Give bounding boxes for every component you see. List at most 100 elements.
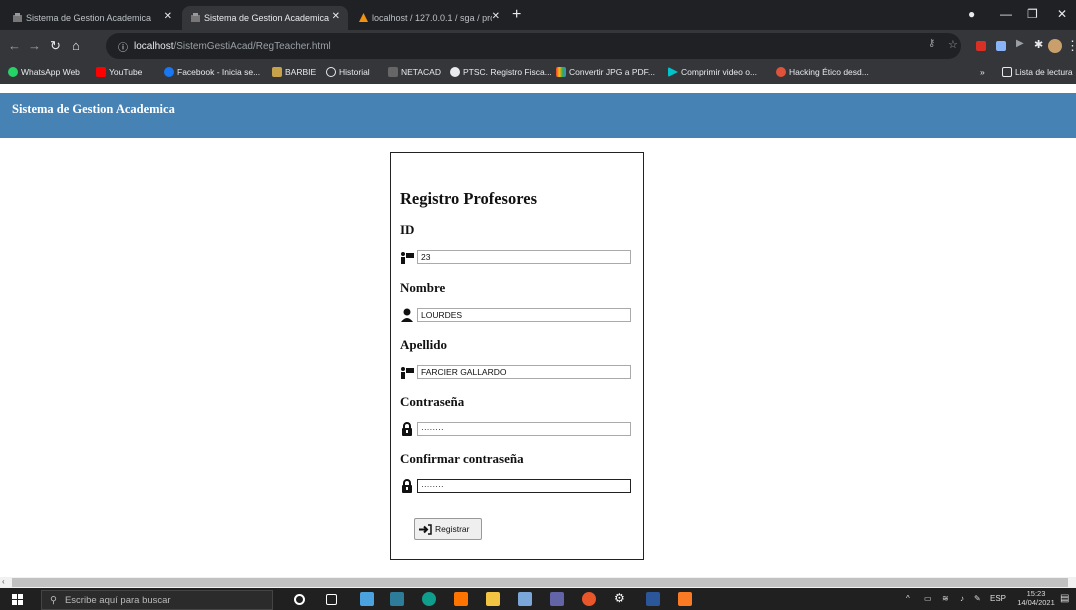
- bookmark-item[interactable]: Hacking Ético desd...: [776, 67, 869, 77]
- reading-list-icon: [1002, 67, 1012, 77]
- bookmark-item[interactable]: Convertir JPG a PDF...: [556, 67, 655, 77]
- bookmark-item[interactable]: BARBIE: [272, 67, 316, 77]
- history-icon: [326, 67, 336, 77]
- reading-list-button[interactable]: Lista de lectura: [1002, 67, 1073, 77]
- extension-icon[interactable]: [996, 41, 1006, 51]
- bookmark-star-icon[interactable]: ☆: [948, 38, 958, 51]
- xampp-icon[interactable]: [678, 592, 692, 606]
- app-title: Sistema de Gestion Academica: [12, 102, 175, 116]
- word-icon[interactable]: [646, 592, 660, 606]
- bookmark-item[interactable]: Historial: [326, 67, 370, 77]
- chrome-icon[interactable]: [582, 592, 596, 606]
- apellido-input[interactable]: FARCIER GALLARDO: [417, 365, 631, 379]
- file-explorer-icon[interactable]: [486, 592, 500, 606]
- scroll-left-icon[interactable]: ‹: [2, 577, 5, 586]
- extension-icon[interactable]: [976, 41, 986, 51]
- whatsapp-icon: [8, 67, 18, 77]
- browser-tab-2[interactable]: Sistema de Gestion Academica ✕: [182, 6, 348, 30]
- bookmark-item[interactable]: WhatsApp Web: [8, 67, 80, 77]
- app-header: Sistema de Gestion Academica: [0, 93, 1076, 138]
- settings-gear-icon[interactable]: ⚙: [614, 591, 628, 605]
- page-favicon-icon: [191, 13, 200, 22]
- confirm-password-input[interactable]: ········: [417, 479, 631, 493]
- browser-tab-1[interactable]: Sistema de Gestion Academica ✕: [4, 6, 180, 30]
- id-badge-icon: [401, 252, 414, 264]
- back-icon[interactable]: ←: [8, 38, 21, 53]
- apellido-label: Apellido: [400, 337, 447, 352]
- close-tab-icon[interactable]: ✕: [332, 11, 340, 22]
- reload-icon[interactable]: ↻: [50, 38, 61, 54]
- close-tab-icon[interactable]: ✕: [164, 11, 172, 22]
- browser-tab-3[interactable]: localhost / 127.0.0.1 / sga / profe ✕: [350, 6, 508, 30]
- battery-icon[interactable]: ▭: [924, 594, 932, 603]
- close-tab-icon[interactable]: ✕: [492, 11, 500, 22]
- cortana-icon[interactable]: [294, 594, 305, 605]
- teacher-registration-form: Registro Profesores ID 23 Nombre LOURDES…: [390, 152, 644, 560]
- notifications-icon[interactable]: ▤: [1060, 593, 1069, 604]
- tab-title: Sistema de Gestion Academica: [204, 13, 330, 23]
- clock[interactable]: 15:23 14/04/2021: [1016, 589, 1056, 607]
- apellido-row: FARCIER GALLARDO: [400, 364, 631, 380]
- taskbar-search[interactable]: ⚲ Escribe aquí para buscar: [41, 590, 273, 610]
- contrasena-label: Contraseña: [400, 394, 465, 409]
- app-icon[interactable]: [518, 592, 532, 606]
- register-button[interactable]: Registrar: [414, 518, 482, 540]
- language-indicator[interactable]: ESP: [990, 594, 1006, 603]
- forward-icon[interactable]: →: [28, 38, 41, 53]
- sign-in-icon: [419, 523, 432, 535]
- url-path: /SistemGestiAcad/RegTeacher.html: [173, 40, 331, 52]
- minimize-icon[interactable]: —: [1000, 7, 1012, 21]
- bookmarks-bar: WhatsApp Web YouTube Facebook - Inicia s…: [0, 62, 1076, 84]
- pen-icon[interactable]: ✎: [974, 594, 981, 603]
- bookmark-item[interactable]: NETACAD: [388, 67, 441, 77]
- extensions-puzzle-icon[interactable]: ✱: [1034, 38, 1043, 51]
- bookmark-item[interactable]: Facebook - Inicia se...: [164, 67, 260, 77]
- scrollbar-thumb[interactable]: [12, 578, 1068, 587]
- volume-icon[interactable]: ♪: [960, 594, 964, 603]
- avatar[interactable]: [1048, 39, 1062, 53]
- bookmarks-overflow-button[interactable]: »: [980, 67, 985, 77]
- lock-icon: [402, 479, 412, 493]
- password-key-icon[interactable]: ⚷: [928, 38, 935, 49]
- pdf-convert-icon: [556, 67, 566, 77]
- task-view-icon[interactable]: [326, 594, 337, 605]
- bookmark-item[interactable]: Comprimir video o...: [668, 67, 757, 77]
- url-input[interactable]: ⓘ localhost/SistemGestiAcad/RegTeacher.h…: [106, 33, 961, 59]
- teams-icon[interactable]: [550, 592, 564, 606]
- lock-icon: [402, 422, 412, 436]
- close-window-icon[interactable]: ✕: [1057, 7, 1067, 21]
- nombre-input[interactable]: LOURDES: [417, 308, 631, 322]
- tray-chevron-icon[interactable]: ^: [906, 594, 910, 603]
- site-info-icon[interactable]: ⓘ: [118, 39, 128, 54]
- horizontal-scrollbar[interactable]: ‹: [0, 577, 1076, 588]
- home-icon[interactable]: ⌂: [72, 38, 80, 53]
- cast-icon[interactable]: ▶: [1016, 38, 1024, 49]
- mail-icon[interactable]: [360, 592, 374, 606]
- bookmark-item[interactable]: YouTube: [96, 67, 142, 77]
- clock-time: 15:23: [1026, 589, 1046, 598]
- new-tab-button[interactable]: +: [512, 6, 521, 24]
- search-placeholder: Escribe aquí para buscar: [64, 594, 171, 606]
- id-input[interactable]: 23: [417, 250, 631, 264]
- facebook-icon: [164, 67, 174, 77]
- password-input[interactable]: ········: [417, 422, 631, 436]
- tab-title: Sistema de Gestion Academica: [26, 13, 152, 23]
- store-icon[interactable]: [390, 592, 404, 606]
- restore-icon[interactable]: ❐: [1027, 7, 1038, 21]
- form-title: Registro Profesores: [400, 189, 538, 208]
- sublime-icon[interactable]: [454, 592, 468, 606]
- id-badge-icon: [401, 367, 414, 379]
- netacad-icon: [388, 67, 398, 77]
- profile-icon[interactable]: ●: [968, 7, 975, 21]
- nombre-row: LOURDES: [400, 307, 631, 323]
- confirm-password-label: Confirmar contraseña: [400, 451, 524, 466]
- bookmark-item[interactable]: PTSC. Registro Fisca...: [450, 67, 552, 77]
- wifi-icon[interactable]: ≋: [942, 594, 949, 603]
- menu-kebab-icon[interactable]: ⋮: [1066, 38, 1076, 54]
- register-label: Registrar: [435, 524, 470, 534]
- edge-icon[interactable]: [422, 592, 436, 606]
- user-icon: [401, 308, 413, 322]
- url-host: localhost: [134, 40, 174, 52]
- windows-start-icon[interactable]: [12, 594, 23, 605]
- page-favicon-icon: [13, 13, 22, 22]
